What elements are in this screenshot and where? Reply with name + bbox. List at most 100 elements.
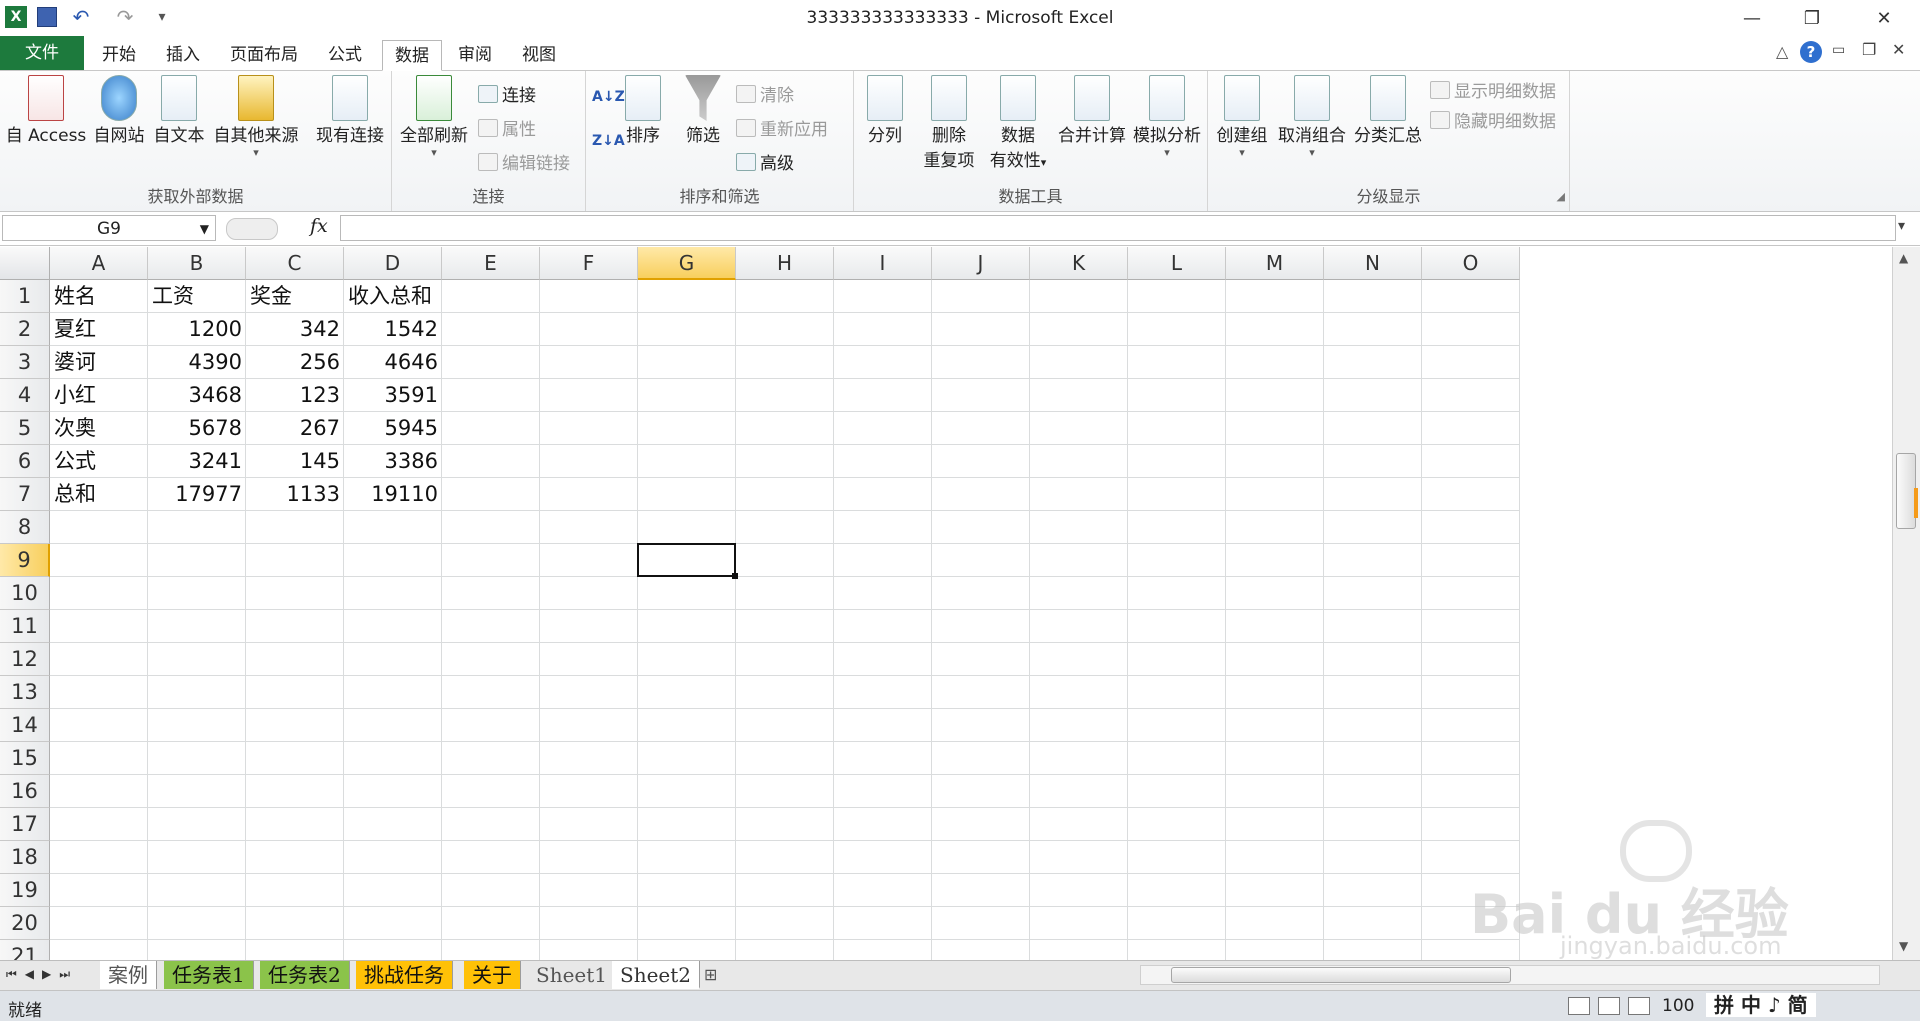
- cell-c6[interactable]: 145: [246, 445, 344, 478]
- filter-button[interactable]: 筛选: [678, 75, 728, 146]
- row-header-14[interactable]: 14: [0, 709, 50, 742]
- cell-d1[interactable]: 收入总和: [344, 280, 442, 313]
- sort-button[interactable]: 排序: [620, 75, 666, 146]
- data-validation-button[interactable]: 数据 有效性▾: [980, 75, 1056, 171]
- help-icon[interactable]: ?: [1800, 41, 1822, 63]
- row-header-8[interactable]: 8: [0, 511, 50, 544]
- tab-formulas[interactable]: 公式: [316, 40, 374, 70]
- row-header-11[interactable]: 11: [0, 610, 50, 643]
- cell-d7[interactable]: 19110: [344, 478, 442, 511]
- cell-d4[interactable]: 3591: [344, 379, 442, 412]
- from-other-sources-button[interactable]: 自其他来源 ▾: [208, 75, 304, 159]
- cell-d5[interactable]: 5945: [344, 412, 442, 445]
- cell-c5[interactable]: 267: [246, 412, 344, 445]
- expand-formula-bar-icon[interactable]: ▾: [1898, 218, 1905, 234]
- cell-b7[interactable]: 17977: [148, 478, 246, 511]
- advanced-filter-button[interactable]: 高级: [736, 149, 794, 174]
- what-if-analysis-button[interactable]: 模拟分析 ▾: [1128, 75, 1206, 159]
- tab-file[interactable]: 文件: [0, 36, 84, 70]
- worksheet-grid[interactable]: A B C D E F G H I J K L M N O 1 2 3 4 5 6 7 8 9 10 11 12 13 14 15 16 17…: [0, 247, 1892, 960]
- normal-view-icon[interactable]: [1568, 997, 1590, 1015]
- row-header-17[interactable]: 17: [0, 808, 50, 841]
- insert-sheet-icon[interactable]: ⊞: [704, 965, 717, 984]
- workbook-close-icon[interactable]: ✕: [1892, 40, 1905, 59]
- column-header-c[interactable]: C: [246, 247, 344, 280]
- tab-home[interactable]: 开始: [90, 40, 148, 70]
- cell-a6[interactable]: 公式: [50, 445, 148, 478]
- cell-c2[interactable]: 342: [246, 313, 344, 346]
- column-header-l[interactable]: L: [1128, 247, 1226, 280]
- cell-a4[interactable]: 小红: [50, 379, 148, 412]
- column-header-h[interactable]: H: [736, 247, 834, 280]
- column-header-g[interactable]: G: [638, 247, 736, 280]
- cell-a3[interactable]: 婆诃: [50, 346, 148, 379]
- cell-b6[interactable]: 3241: [148, 445, 246, 478]
- name-box[interactable]: G9 ▼: [2, 215, 216, 241]
- row-header-6[interactable]: 6: [0, 445, 50, 478]
- cell-b4[interactable]: 3468: [148, 379, 246, 412]
- cell-b1[interactable]: 工资: [148, 280, 246, 313]
- consolidate-button[interactable]: 合并计算: [1050, 75, 1134, 146]
- from-access-button[interactable]: 自 Access: [4, 75, 88, 146]
- zoom-level[interactable]: 100: [1662, 996, 1694, 1016]
- cell-d2[interactable]: 1542: [344, 313, 442, 346]
- cell-a2[interactable]: 夏红: [50, 313, 148, 346]
- properties-button[interactable]: 属性: [478, 115, 536, 140]
- text-to-columns-button[interactable]: 分列: [860, 75, 910, 146]
- sheet-tab-about[interactable]: 关于: [464, 961, 521, 989]
- cell-a7[interactable]: 总和: [50, 478, 148, 511]
- tab-insert[interactable]: 插入: [154, 40, 212, 70]
- row-header-19[interactable]: 19: [0, 874, 50, 907]
- ime-toolbar[interactable]: 拼 中 ♪ 简: [1706, 993, 1816, 1017]
- existing-connections-button[interactable]: 现有连接: [312, 75, 388, 146]
- cell-c1[interactable]: 奖金: [246, 280, 344, 313]
- sheet-tab-sheet1[interactable]: Sheet1: [528, 961, 617, 989]
- row-header-13[interactable]: 13: [0, 676, 50, 709]
- row-header-21[interactable]: 21: [0, 940, 50, 960]
- tab-page-layout[interactable]: 页面布局: [218, 40, 310, 70]
- cell-d3[interactable]: 4646: [344, 346, 442, 379]
- workbook-minimize-icon[interactable]: ▭: [1832, 42, 1845, 58]
- hide-detail-button[interactable]: 隐藏明细数据: [1430, 107, 1556, 132]
- ribbon-collapse-icon[interactable]: △: [1776, 42, 1788, 61]
- refresh-all-button[interactable]: 全部刷新 ▾: [398, 75, 470, 159]
- cell-b3[interactable]: 4390: [148, 346, 246, 379]
- edit-links-button[interactable]: 编辑链接: [478, 149, 570, 174]
- sheet-tab-task1[interactable]: 任务表1: [164, 961, 254, 989]
- row-header-18[interactable]: 18: [0, 841, 50, 874]
- minimize-button[interactable]: —: [1724, 0, 1780, 36]
- select-all-button[interactable]: [0, 247, 50, 280]
- group-button[interactable]: 创建组 ▾: [1212, 75, 1272, 159]
- formula-bar-splitter[interactable]: [226, 218, 278, 240]
- cell-d6[interactable]: 3386: [344, 445, 442, 478]
- row-header-2[interactable]: 2: [0, 313, 50, 346]
- remove-duplicates-button[interactable]: 删除 重复项: [914, 75, 984, 171]
- row-header-5[interactable]: 5: [0, 412, 50, 445]
- fill-handle[interactable]: [732, 573, 738, 579]
- connections-button[interactable]: 连接: [478, 81, 536, 106]
- name-box-dropdown-icon[interactable]: ▼: [200, 216, 209, 242]
- from-web-button[interactable]: 自网站: [90, 75, 148, 146]
- tab-data[interactable]: 数据: [382, 40, 442, 71]
- sheet-tab-challenge[interactable]: 挑战任务: [356, 961, 453, 989]
- insert-function-icon[interactable]: fx: [310, 215, 328, 237]
- horizontal-scrollbar[interactable]: [1140, 965, 1880, 985]
- formula-input[interactable]: [340, 215, 1896, 241]
- cell-b5[interactable]: 5678: [148, 412, 246, 445]
- subtotal-button[interactable]: 分类汇总: [1350, 75, 1426, 146]
- column-header-n[interactable]: N: [1324, 247, 1422, 280]
- active-cell-outline[interactable]: [637, 543, 736, 577]
- workbook-restore-icon[interactable]: ❐: [1862, 40, 1876, 59]
- row-header-20[interactable]: 20: [0, 907, 50, 940]
- from-text-button[interactable]: 自文本: [150, 75, 208, 146]
- column-header-j[interactable]: J: [932, 247, 1030, 280]
- tab-view[interactable]: 视图: [510, 40, 568, 70]
- horizontal-scroll-thumb[interactable]: [1171, 967, 1511, 983]
- scroll-thumb[interactable]: [1896, 453, 1918, 529]
- show-detail-button[interactable]: 显示明细数据: [1430, 77, 1556, 102]
- column-header-o[interactable]: O: [1422, 247, 1520, 280]
- tab-review[interactable]: 审阅: [446, 40, 504, 70]
- column-header-m[interactable]: M: [1226, 247, 1324, 280]
- row-header-16[interactable]: 16: [0, 775, 50, 808]
- sheet-nav-icons[interactable]: ⏮◀▶⏭: [6, 967, 78, 982]
